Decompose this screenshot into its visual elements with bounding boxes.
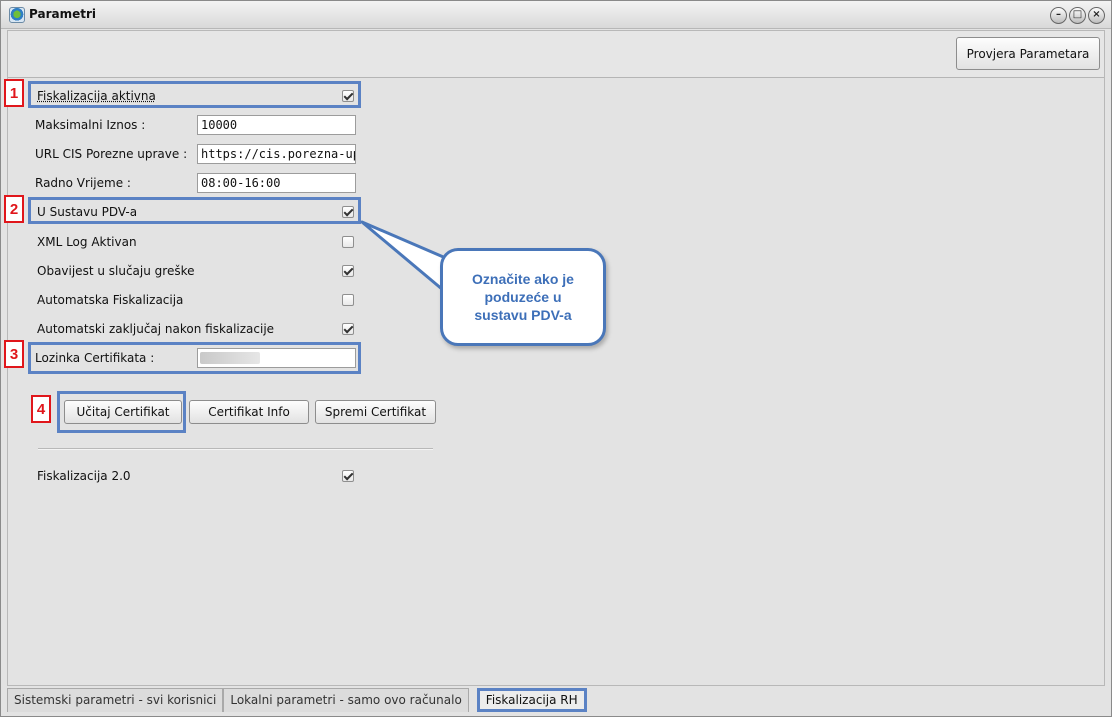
callout-text: Označite ako je poduzeće u sustavu PDV-a — [472, 271, 574, 323]
callout-bubble: Označite ako je poduzeće u sustavu PDV-a — [440, 248, 606, 346]
callout-pointer — [360, 220, 457, 302]
